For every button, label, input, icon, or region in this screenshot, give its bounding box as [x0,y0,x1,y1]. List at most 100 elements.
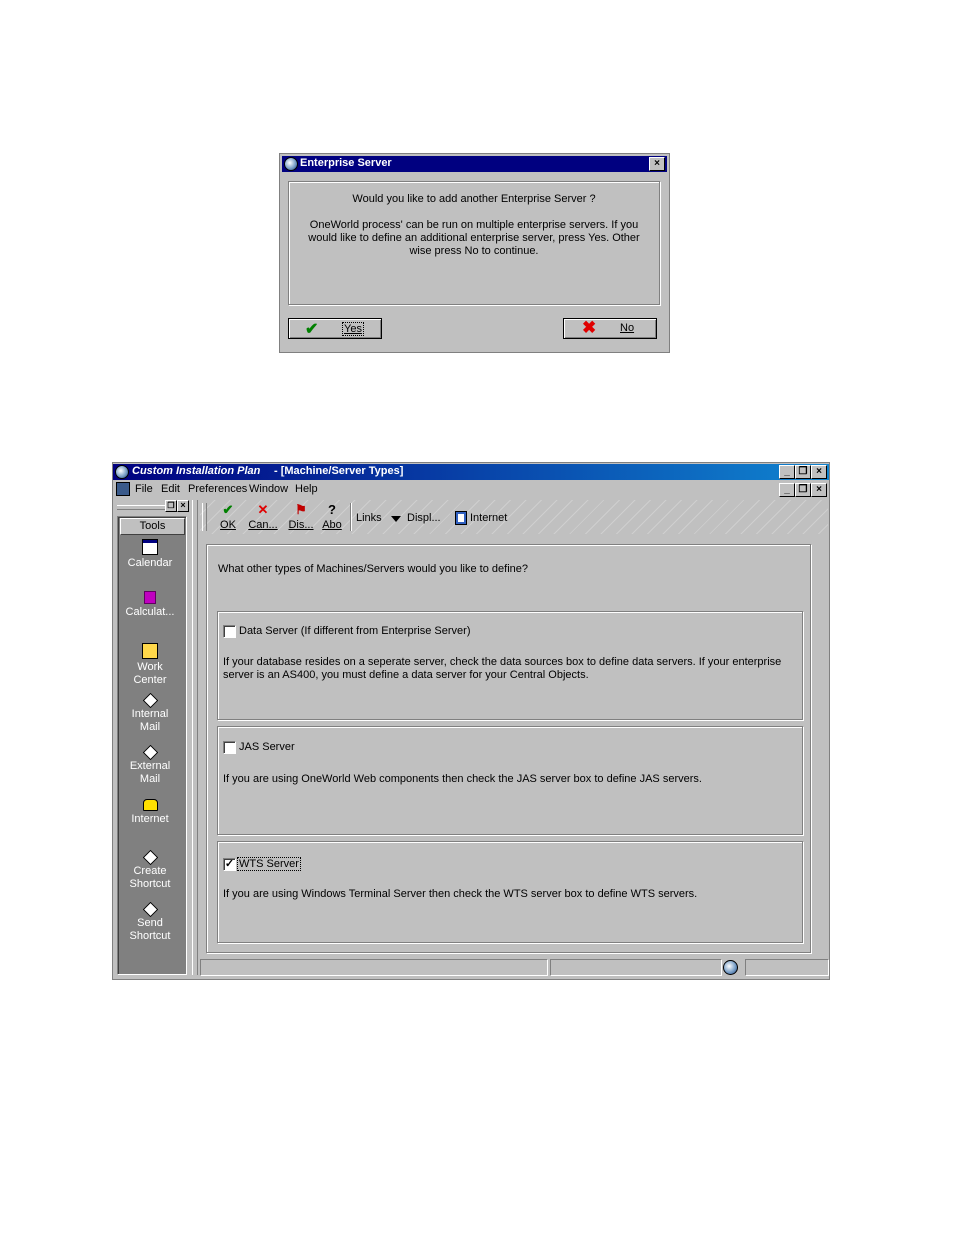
mail-icon [142,692,158,709]
chevron-down-icon[interactable] [391,516,401,522]
close-button[interactable]: × [649,157,665,171]
jas-server-group: JAS Server If you are using OneWorld Web… [217,726,803,835]
yes-button[interactable]: ✔ Yes [288,318,382,339]
tool-external-mail[interactable]: External Mail [118,744,182,786]
toolbar-separator [350,503,352,531]
jas-server-checkbox[interactable] [223,741,236,754]
wts-server-checkbox[interactable]: ✓ [223,858,236,871]
wts-server-group: ✓ WTS Server If you are using Windows Te… [217,841,803,943]
tool-internal-mail[interactable]: Internal Mail [118,692,182,734]
work-center-icon [142,643,158,659]
data-server-group: Data Server (If different from Enterpris… [217,611,803,720]
tool-internet[interactable]: Internet [118,799,182,826]
display-menu[interactable]: Displ... [407,512,441,524]
tool-create-shortcut[interactable]: Create Shortcut [118,849,182,891]
no-label: No [620,322,635,334]
dialog-body-line-1: OneWorld process' can be run on multiple… [309,219,639,231]
splitter[interactable] [192,500,198,975]
tool-label: Calculat... [125,606,175,618]
about-button[interactable]: ? Abo [320,502,344,531]
no-button[interactable]: ✖ No [563,318,657,339]
restore-button[interactable]: ❐ [795,465,811,479]
child-close-button[interactable]: × [811,483,827,497]
close-button[interactable]: × [811,465,827,479]
form-panel: What other types of Machines/Servers wou… [206,544,811,953]
shortcut-icon [142,901,158,918]
tools-close-button[interactable]: × [177,500,189,512]
tool-label-2: Mail [139,773,161,785]
shortcut-icon [142,849,158,866]
jas-server-label[interactable]: JAS Server [239,741,295,753]
internet-link[interactable]: Internet [470,512,507,524]
links-menu[interactable]: Links [356,512,382,524]
menu-help[interactable]: Help [295,483,318,495]
app-titlebar[interactable]: Custom Installation Plan - [Machine/Serv… [113,464,829,480]
status-pane-2 [550,959,722,976]
toolbar-grip[interactable] [202,503,207,531]
calculator-icon [144,591,156,604]
dialog-title: Enterprise Server [300,157,392,169]
menu-edit[interactable]: Edit [161,483,180,495]
checkmark-icon: ✔ [222,502,234,517]
ok-button[interactable]: ✔ OK [218,502,238,531]
minimize-button[interactable]: _ [779,465,795,479]
data-server-desc-2: server is an AS400, you must define a da… [223,669,589,681]
display-label: Dis... [288,519,314,531]
data-server-checkbox[interactable] [223,625,236,638]
checkmark-icon: ✔ [305,321,319,338]
child-restore-button[interactable]: ❐ [795,483,811,497]
yes-label: Yes [342,322,364,336]
tools-panel: ❐ × Tools Calendar Calculat... Work Cent… [115,500,189,975]
data-server-label[interactable]: Data Server (If different from Enterpris… [239,625,471,637]
tool-label-2: Shortcut [129,930,171,942]
tool-label-2: Mail [139,721,161,733]
menu-window[interactable]: Window [249,483,288,495]
status-bar [200,959,829,976]
tools-list: Tools Calendar Calculat... Work Center I… [117,516,187,975]
display-icon: ⚑ [295,502,307,517]
dialog-message-group: Would you like to add another Enterprise… [288,181,660,305]
globe-icon [284,157,298,171]
tools-restore-button[interactable]: ❐ [165,500,177,512]
child-minimize-button[interactable]: _ [779,483,795,497]
form-question: What other types of Machines/Servers wou… [218,563,528,575]
ok-label: OK [220,519,236,531]
tool-label: Internal [131,708,169,720]
menu-preferences[interactable]: Preferences [188,483,247,495]
tool-calculator[interactable]: Calculat... [118,591,182,619]
about-label: Abo [322,519,342,531]
app-menu-icon[interactable] [116,482,130,496]
wts-server-desc: If you are using Windows Terminal Server… [223,888,698,900]
app-title-italic: Custom Installation Plan [132,465,261,477]
menu-file[interactable]: File [135,483,153,495]
app-title-rest: - [Machine/Server Types] [274,465,404,477]
help-icon: ? [328,502,336,517]
tools-grip[interactable] [117,505,165,510]
wts-server-label[interactable]: WTS Server [237,857,301,871]
x-icon: ✖ [582,318,597,337]
globe-icon [115,465,129,479]
display-button[interactable]: ⚑ Dis... [286,502,316,531]
tool-label: External [129,760,171,772]
tools-header[interactable]: Tools [120,518,185,535]
dialog-question: Would you like to add another Enterprise… [352,193,596,205]
phone-icon [142,799,158,811]
tool-label-2: Shortcut [129,878,171,890]
dialog-titlebar[interactable]: Enterprise Server × [282,156,667,172]
tool-work-center[interactable]: Work Center [118,643,182,687]
tool-label: Send [137,917,163,929]
tool-calendar[interactable]: Calendar [118,539,182,570]
menu-bar: File Edit Preferences Window Help _ ❐ × [113,481,829,498]
toolbar: ✔ OK ✕ Can... ⚑ Dis... ? Abo Links Displ… [200,500,828,534]
tool-label: Internet [131,813,169,825]
tool-send-shortcut[interactable]: Send Shortcut [118,901,182,943]
tool-label: Create [133,865,167,877]
dialog-body-line-2: would like to define an additional enter… [308,232,640,244]
enterprise-server-dialog: Enterprise Server × Would you like to ad… [279,153,670,353]
cancel-button[interactable]: ✕ Can... [246,503,280,531]
dialog-body-line-3: wise press No to continue. [409,245,539,257]
calendar-icon [142,539,158,555]
globe-icon [723,960,738,975]
mail-icon [142,744,158,761]
tool-label: Work [137,661,163,673]
